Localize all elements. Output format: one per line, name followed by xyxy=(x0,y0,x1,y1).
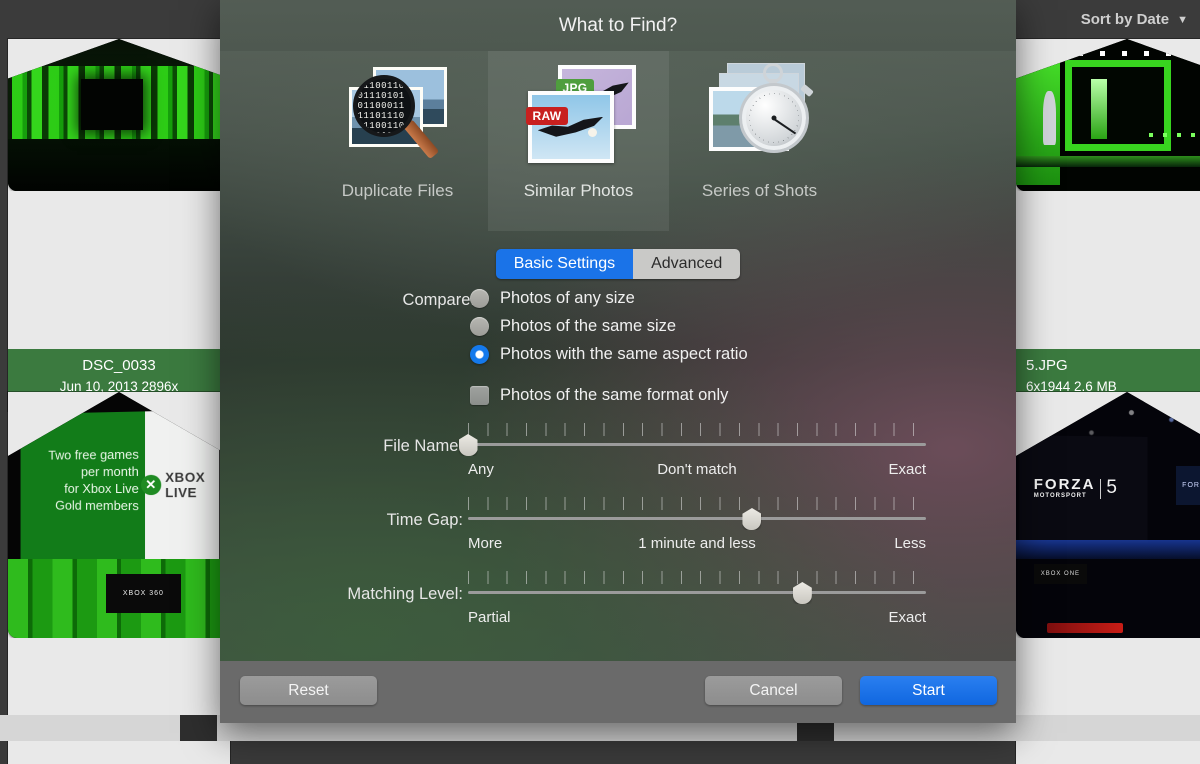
tab-basic-settings[interactable]: Basic Settings xyxy=(496,249,633,279)
option-same-aspect-ratio[interactable]: Photos with the same aspect ratio xyxy=(470,345,748,364)
xbox-sphere-icon xyxy=(141,474,161,494)
option-same-size[interactable]: Photos of the same size xyxy=(470,317,676,336)
option-any-size[interactable]: Photos of any size xyxy=(470,289,635,308)
slider-label: Matching Level: xyxy=(347,585,463,604)
slider-ticks xyxy=(468,423,926,436)
slider-legend-left: More xyxy=(468,535,502,552)
raw-tag: RAW xyxy=(526,107,569,125)
photo-card[interactable]: DSC_0033 Jun 10, 2013 2896x xyxy=(8,39,230,411)
radio-icon[interactable] xyxy=(470,317,489,336)
sort-by-date-label: Sort by Date xyxy=(1081,11,1169,28)
checkbox-icon[interactable] xyxy=(470,386,489,405)
dialog-title: What to Find? xyxy=(559,15,677,37)
mode-label: Similar Photos xyxy=(524,181,634,201)
slider-legend-middle: Don't match xyxy=(657,461,737,478)
xbox-one-badge: XBOX ONE xyxy=(1034,564,1087,584)
photo-card[interactable]: FORZA MOTORSPORT 5 FORZA 5 XBOX ONE xyxy=(1016,392,1200,764)
forza-wordmark: FORZA xyxy=(1034,476,1096,493)
option-same-format-only[interactable]: Photos of the same format only xyxy=(470,386,728,405)
forza-side-banner: FORZA 5 xyxy=(1176,466,1200,505)
dialog-titlebar: What to Find? xyxy=(220,0,1016,51)
option-label: Photos of the same format only xyxy=(500,386,728,405)
cancel-button[interactable]: Cancel xyxy=(705,676,842,705)
slider-legend-middle: 1 minute and less xyxy=(638,535,756,552)
slider-label: File Name: xyxy=(383,437,463,456)
dialog-footer: Reset Cancel Start xyxy=(220,661,1016,723)
slider-legend-left: Any xyxy=(468,461,494,478)
mode-label: Series of Shots xyxy=(702,181,817,201)
chevron-down-icon: ▼ xyxy=(1177,14,1188,26)
mode-duplicate-files[interactable]: 0110011001110101011000111110111001100110… xyxy=(307,51,488,231)
mode-series-of-shots[interactable]: Series of Shots xyxy=(669,51,850,231)
photo-thumbnail-green-booth xyxy=(8,39,230,191)
option-label: Photos of any size xyxy=(500,289,635,308)
xbox-live-wordmark: XBOX LIVE xyxy=(165,469,215,500)
settings-tabs: Basic Settings Advanced xyxy=(496,249,741,279)
slider-label: Time Gap: xyxy=(387,511,463,530)
slider-thumb[interactable] xyxy=(793,582,812,604)
photo-thumbnail-green-stage xyxy=(1016,39,1200,191)
stopwatch-over-photos-icon xyxy=(701,61,819,173)
option-label: Photos with the same aspect ratio xyxy=(500,345,748,364)
xbox-360-label: XBOX 360 xyxy=(106,574,181,613)
mode-label: Duplicate Files xyxy=(342,181,454,201)
tab-advanced[interactable]: Advanced xyxy=(633,249,740,279)
scan-mode-picker: 0110011001110101011000111110111001100110… xyxy=(220,51,1016,231)
slider-legend-right: Less xyxy=(894,535,926,552)
mode-similar-photos[interactable]: JPG RAW Similar Photos xyxy=(488,51,669,231)
slider-ticks xyxy=(468,497,926,510)
what-to-find-dialog: What to Find? 01100110011101010110001111… xyxy=(220,0,1016,723)
photo-card[interactable]: 5.JPG 6x1944 2.6 MB xyxy=(1016,39,1200,411)
jpg-raw-photos-icon: JPG RAW xyxy=(520,61,638,173)
photo-thumbnail-xbox-live-slide: Two free gamesper monthfor Xbox LiveGold… xyxy=(8,392,230,638)
radio-icon[interactable] xyxy=(470,289,489,308)
slider-ticks xyxy=(468,571,926,584)
slider-legend-left: Partial xyxy=(468,609,511,626)
slider-legend-right: Exact xyxy=(888,609,926,626)
forza-number: 5 xyxy=(1106,477,1119,499)
start-button[interactable]: Start xyxy=(860,676,997,705)
settings-panel: Basic Settings Advanced Compare: Photos … xyxy=(220,231,1016,661)
photo-thumbnail-forza-stage: FORZA MOTORSPORT 5 FORZA 5 XBOX ONE xyxy=(1016,392,1200,638)
slider-legend-right: Exact xyxy=(888,461,926,478)
slider-track[interactable] xyxy=(468,443,926,446)
photo-filename: 5.JPG xyxy=(1026,355,1200,376)
photo-filename: DSC_0033 xyxy=(18,355,220,376)
motorsport-wordmark: MOTORSPORT xyxy=(1034,493,1096,499)
strip-thumbnail[interactable] xyxy=(180,715,217,741)
photo-card[interactable]: Two free gamesper monthfor Xbox LiveGold… xyxy=(8,392,230,764)
option-label: Photos of the same size xyxy=(500,317,676,336)
compare-label: Compare: xyxy=(403,291,475,310)
slide-text: Two free gamesper monthfor Xbox LiveGold… xyxy=(26,445,139,513)
slider-track[interactable] xyxy=(468,517,926,520)
reset-button[interactable]: Reset xyxy=(240,676,377,705)
radio-icon-selected[interactable] xyxy=(470,345,489,364)
slider-track[interactable] xyxy=(468,591,926,594)
slider-thumb[interactable] xyxy=(742,508,761,530)
sort-by-date-dropdown[interactable]: Sort by Date ▼ xyxy=(1081,11,1188,28)
magnifier-over-photos-icon: 0110011001110101011000111110111001100110… xyxy=(339,61,457,173)
